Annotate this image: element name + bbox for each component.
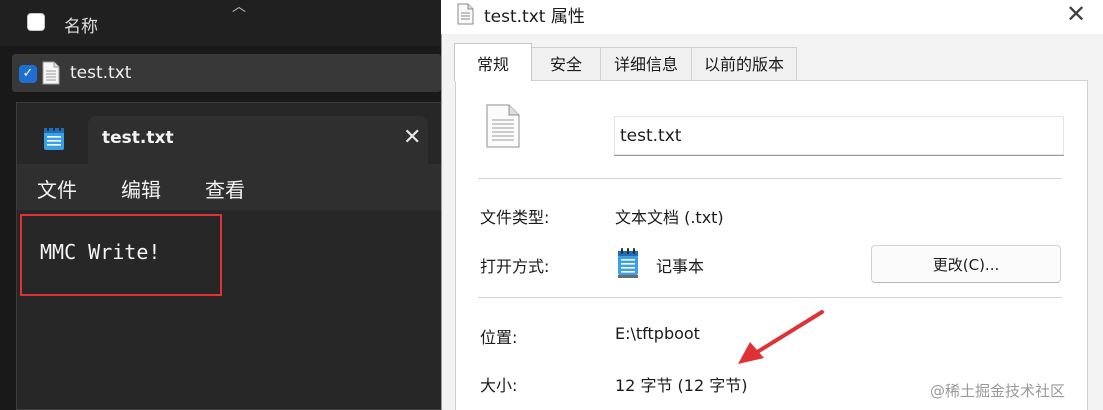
file-type-label: 文件类型: [480,208,550,227]
size-label: 大小: [480,376,518,395]
text-file-icon [486,104,520,148]
sort-caret-icon: ︿ [232,0,246,15]
dialog-title: test.txt 属性 [484,7,585,27]
close-tab-icon[interactable]: ✕ [403,124,421,152]
tab-previous-versions[interactable]: 以前的版本 [691,47,797,80]
notepad-app-icon [44,125,64,150]
change-button[interactable]: 更改(C)... [871,245,1061,283]
close-dialog-icon[interactable]: ✕ [1066,0,1086,30]
file-name-cell[interactable]: test.txt [70,63,131,83]
opens-with-label: 打开方式: [480,257,550,276]
file-type-value: 文本文档 (.txt) [615,208,724,227]
tab-details[interactable]: 详细信息 [600,47,692,80]
text-file-icon [457,3,474,25]
red-arrow-annotation [738,310,824,364]
location-label: 位置: [480,328,518,347]
watermark-text: @稀土掘金技术社区 [930,382,1066,400]
divider [478,178,1062,179]
text-file-icon [42,61,60,85]
row-checkbox-checked[interactable]: ✓ [19,65,37,83]
opens-with-value: 记事本 [656,257,705,276]
notepad-app-icon [618,248,638,278]
location-value: E:\tftpboot [615,324,700,343]
menu-file[interactable]: 文件 [37,174,77,203]
file-name-field[interactable] [614,116,1064,156]
tab-security[interactable]: 安全 [531,47,601,80]
menu-view[interactable]: 查看 [205,174,245,203]
name-column-header[interactable]: 名称 [64,12,98,37]
divider [478,297,1062,298]
tab-general[interactable]: 常规 [454,43,532,81]
select-all-checkbox[interactable] [27,13,45,31]
notepad-tab-title: test.txt [102,128,174,148]
red-highlight-box [20,214,222,296]
menu-edit[interactable]: 编辑 [121,174,161,203]
